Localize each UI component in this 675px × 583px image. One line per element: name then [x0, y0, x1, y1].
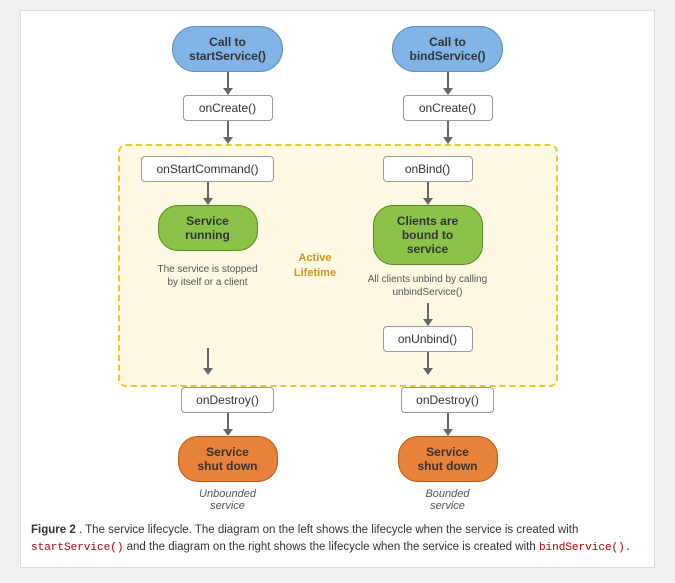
- left-shutdown-node: Service shut down: [178, 436, 278, 482]
- right-clients-bound-node: Clients are bound to service: [373, 205, 483, 265]
- left-onstartcommand-node: onStartCommand(): [141, 156, 273, 182]
- arrow9: [343, 352, 513, 375]
- left-ondestroy-node: onDestroy(): [181, 387, 274, 413]
- right-start-label: Call to bindService(): [409, 35, 485, 63]
- arrow1: [148, 72, 308, 95]
- arrow6: [203, 348, 213, 375]
- top-columns: Call to startService() onCreate() Call t…: [31, 26, 644, 144]
- left-inner: onStartCommand() Service running The ser…: [128, 156, 288, 375]
- right-column-bottom: onDestroy() Service shut down Bounded se…: [368, 387, 528, 512]
- arrow11: [368, 413, 528, 436]
- arrow5: [128, 182, 288, 205]
- bottom-section: onDestroy() Service shut down Unbounded …: [31, 387, 644, 512]
- right-onbind-node: onBind(): [383, 156, 473, 182]
- right-start-node: Call to bindService(): [392, 26, 502, 72]
- arrow7: [343, 182, 513, 205]
- arrow2: [148, 121, 308, 144]
- arrow8: [343, 303, 513, 326]
- left-start-node: Call to startService(): [172, 26, 283, 72]
- right-column-top: Call to bindService() onCreate(): [368, 26, 528, 144]
- arrow10: [148, 413, 308, 436]
- caption-text2: and the diagram on the right shows the l…: [127, 541, 536, 553]
- left-sub-text: The service is stopped by itself or a cl…: [157, 263, 257, 289]
- right-inner: onBind() Clients are bound to service Al…: [343, 156, 513, 375]
- left-oncreate-node: onCreate(): [183, 95, 273, 121]
- active-lifetime-box: onStartCommand() Service running The ser…: [118, 144, 558, 387]
- left-start-label: Call to startService(): [189, 35, 266, 63]
- caption-code1: startService(): [31, 542, 123, 554]
- active-lifetime-label: Active Lifetime: [288, 156, 343, 375]
- right-shutdown-node: Service shut down: [398, 436, 498, 482]
- diagram-area: Call to startService() onCreate() Call t…: [20, 10, 655, 568]
- left-service-running-node: Service running: [158, 205, 258, 251]
- right-oncreate-node: onCreate(): [403, 95, 493, 121]
- left-col-label: Unbounded service: [199, 488, 256, 512]
- arrow4: [368, 121, 528, 144]
- caption-main-text: The service lifecycle. The diagram on th…: [85, 524, 578, 536]
- right-onunbind-node: onUnbind(): [383, 326, 473, 352]
- arrow3: [368, 72, 528, 95]
- caption-figure-label: Figure 2: [31, 524, 76, 536]
- left-column-bottom: onDestroy() Service shut down Unbounded …: [148, 387, 308, 512]
- page-container: Call to startService() onCreate() Call t…: [0, 0, 675, 583]
- left-column-top: Call to startService() onCreate(): [148, 26, 308, 144]
- right-ondestroy-node: onDestroy(): [401, 387, 494, 413]
- right-col-label: Bounded service: [425, 488, 469, 512]
- active-lifetime-section: onStartCommand() Service running The ser…: [118, 144, 558, 387]
- caption-code2: bindService().: [539, 542, 631, 554]
- right-sub-text: All clients unbind by calling unbindServ…: [368, 273, 488, 299]
